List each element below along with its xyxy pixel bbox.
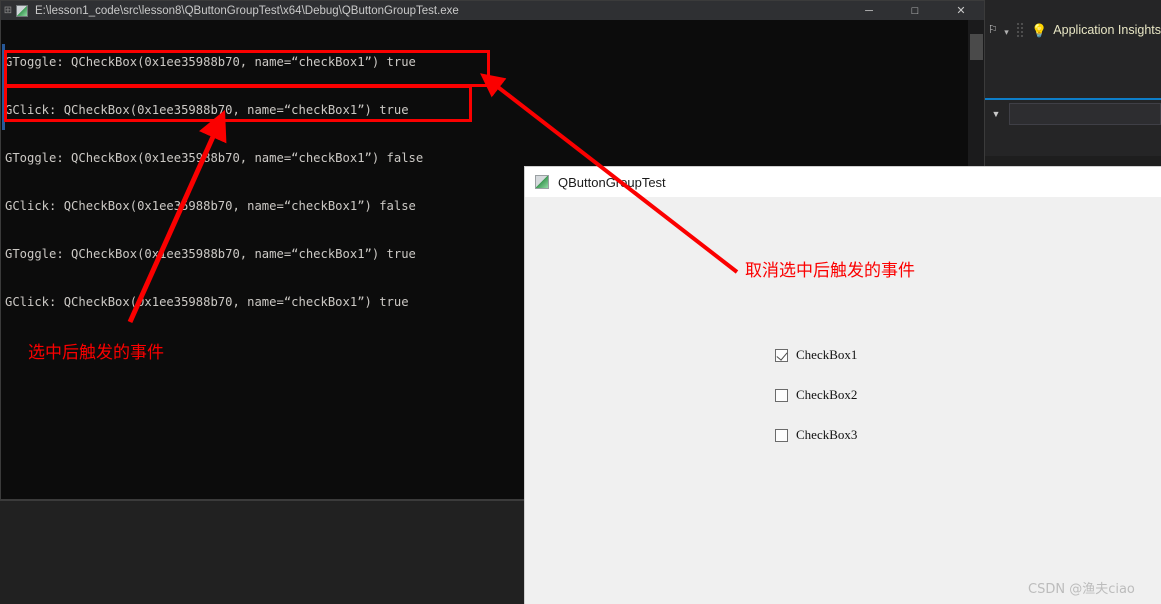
qt-titlebar[interactable]: QButtonGroupTest (525, 167, 1161, 198)
application-insights-label: Application Insights (1053, 23, 1161, 37)
system-menu-icon[interactable]: ⊞ (2, 5, 14, 16)
console-line: GClick: QCheckBox(0x1ee35988b70, name=“c… (5, 103, 409, 117)
close-button[interactable]: ✕ (938, 1, 984, 20)
qt-app-icon (535, 175, 549, 189)
console-line: GClick: QCheckBox(0x1ee35988b70, name=“c… (5, 199, 416, 213)
qt-window-title: QButtonGroupTest (558, 174, 666, 190)
lightbulb-icon: 💡 (1031, 22, 1048, 38)
grip-dots-icon (1015, 22, 1024, 38)
vs-accent-divider (983, 98, 1161, 100)
checkbox-row-3[interactable]: CheckBox3 (775, 427, 857, 443)
console-line: GClick: QCheckBox(0x1ee35988b70, name=“c… (5, 295, 409, 309)
checkbox-1-box[interactable] (775, 348, 788, 362)
console-lines: GToggle: QCheckBox(0x1ee35988b70, name=“… (5, 22, 423, 342)
console-scrollbar-thumb[interactable] (970, 34, 983, 60)
qt-application-window: QButtonGroupTest CheckBox1 CheckBox2 Che… (525, 167, 1161, 604)
console-app-icon (16, 4, 28, 17)
minimize-button[interactable]: ─ (846, 1, 892, 20)
chevron-down-icon-combo[interactable]: ▼ (983, 102, 1009, 126)
console-line: GToggle: QCheckBox(0x1ee35988b70, name=“… (5, 151, 424, 165)
qt-client-area: CheckBox1 CheckBox2 CheckBox3 (525, 197, 1161, 604)
window-controls: ─ □ ✕ (846, 1, 984, 20)
flag-icon[interactable]: ⚐ (988, 23, 998, 37)
checkbox-3-box[interactable] (775, 428, 788, 442)
checkbox-3-label: CheckBox3 (796, 427, 858, 442)
checkbox-2-box[interactable] (775, 388, 788, 402)
vs-toolbar: ⚐ ▾ 💡 Application Insights (986, 18, 1161, 42)
checkbox-row-2[interactable]: CheckBox2 (775, 387, 857, 403)
console-line: GToggle: QCheckBox(0x1ee35988b70, name=“… (5, 247, 416, 261)
console-line: GToggle: QCheckBox(0x1ee35988b70, name=“… (5, 55, 416, 69)
chevron-down-icon[interactable]: ▾ (1002, 26, 1011, 40)
checkbox-2-label: CheckBox2 (796, 387, 858, 402)
checkbox-row-1[interactable]: CheckBox1 (775, 347, 857, 363)
console-title-text: E:\lesson1_code\src\lesson8\QButtonGroup… (35, 4, 459, 17)
screenshot-root: ❮ ∧ ⚐ ▾ 💡 Application Insights ▼ ⊞ E:\le… (0, 0, 1161, 604)
console-titlebar[interactable]: ⊞ E:\lesson1_code\src\lesson8\QButtonGro… (1, 1, 984, 20)
maximize-button[interactable]: □ (892, 1, 938, 20)
csdn-watermark: CSDN @渔夫ciao (1028, 582, 1135, 597)
checkbox-1-label: CheckBox1 (796, 347, 858, 362)
vs-combo-input[interactable] (1009, 103, 1161, 125)
vs-combo-row: ▼ (983, 102, 1161, 126)
